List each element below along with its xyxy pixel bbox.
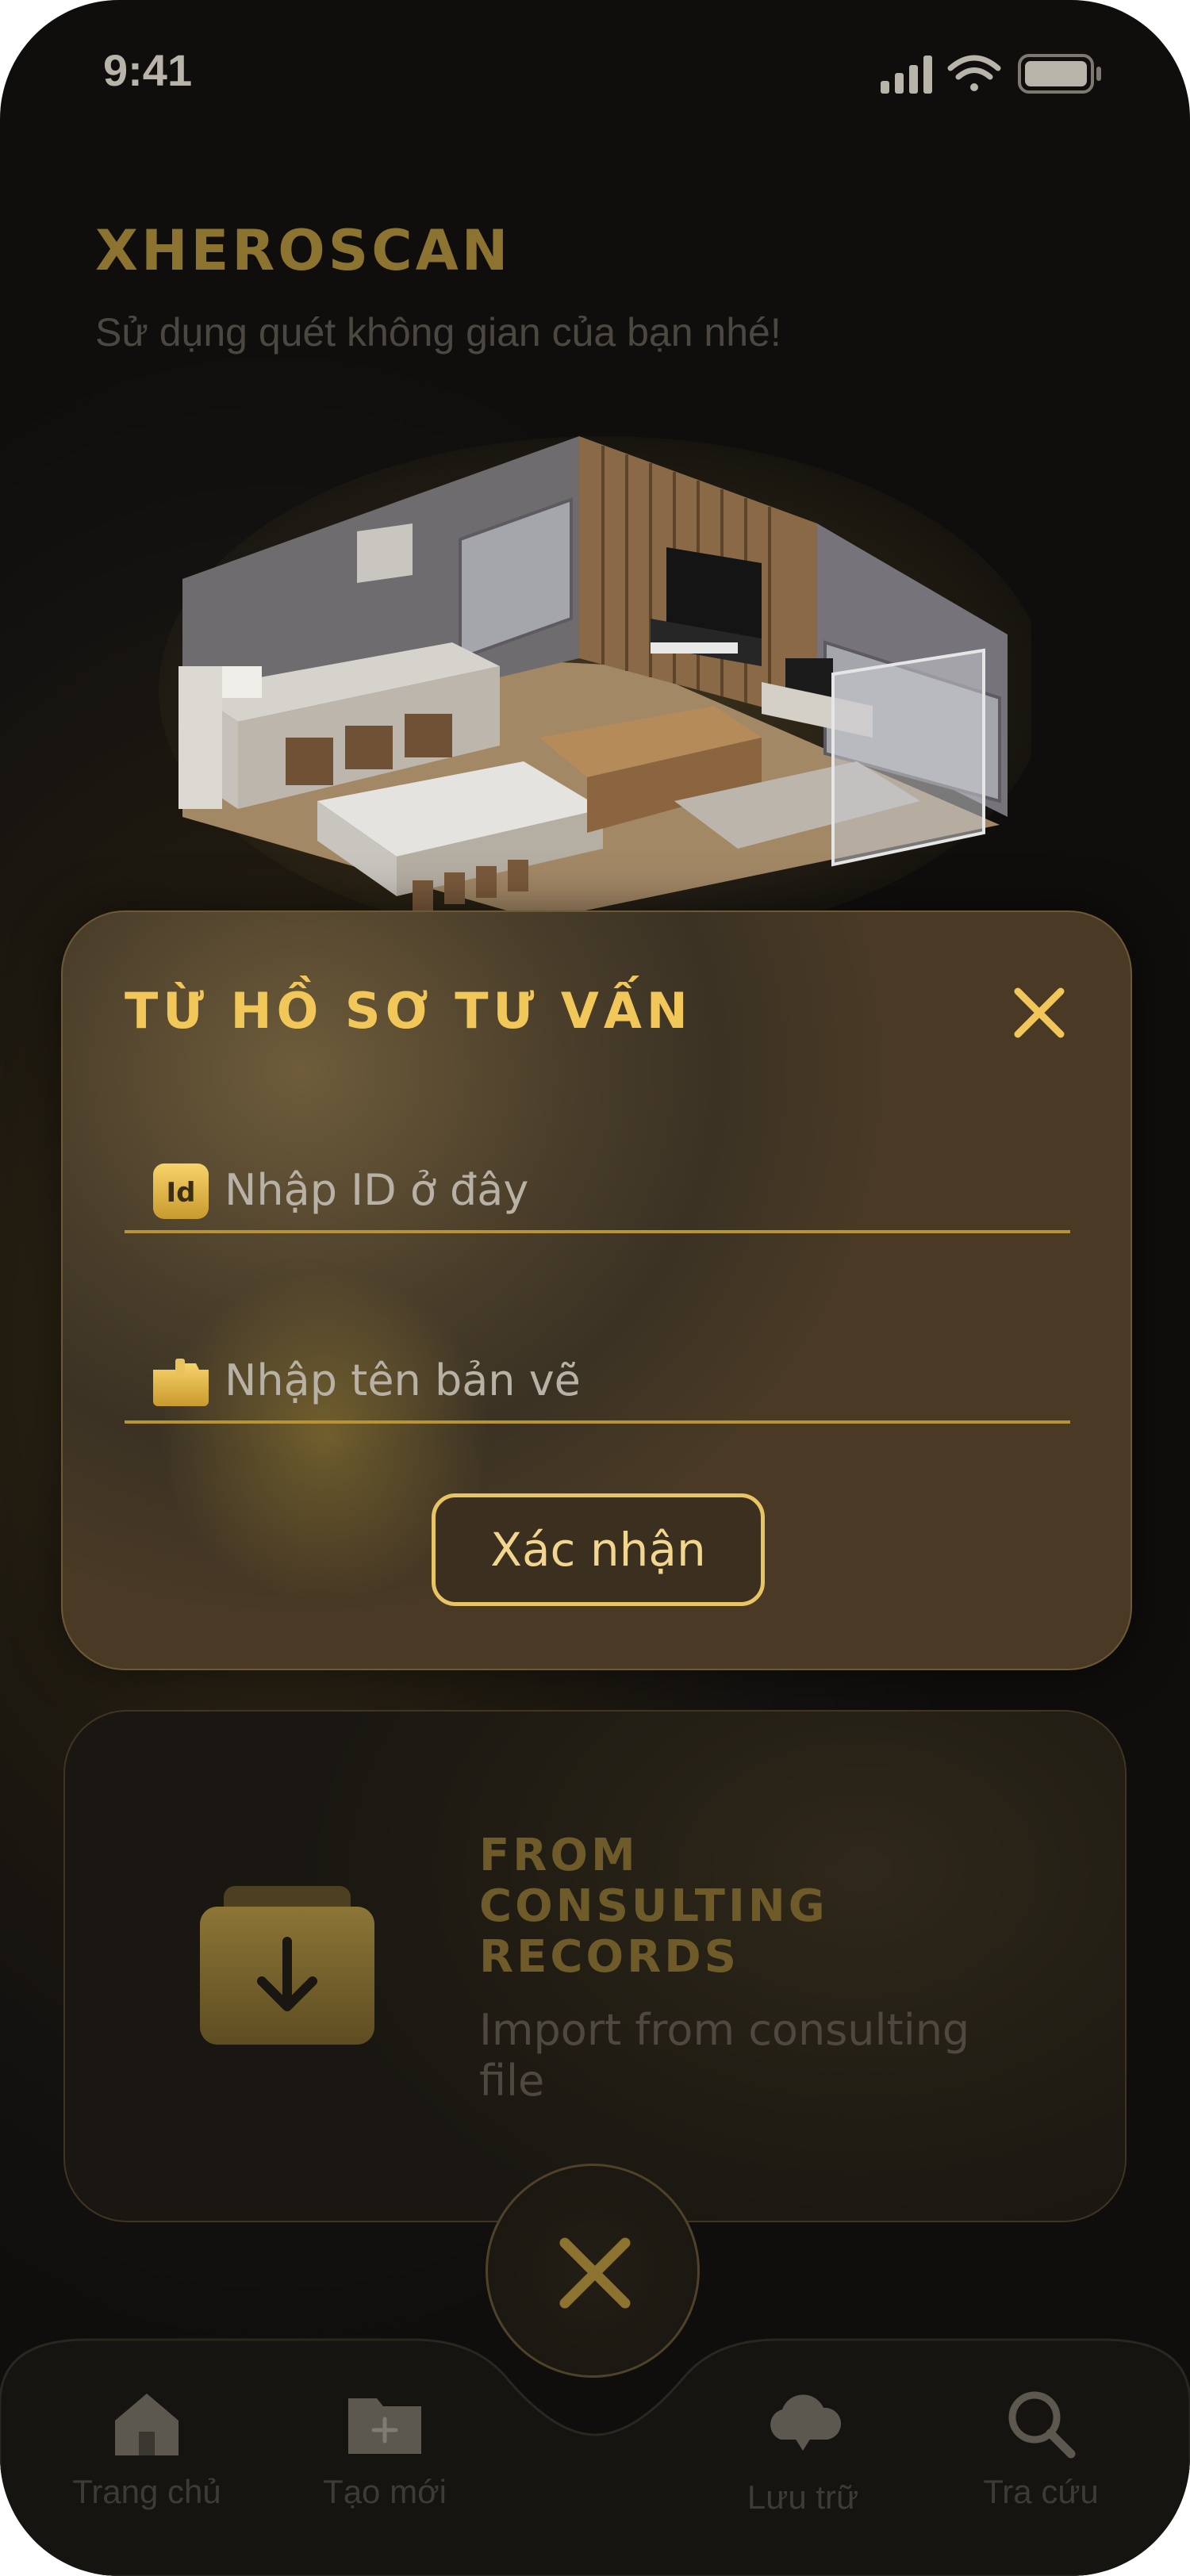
room-illustration (159, 436, 1031, 928)
status-time: 9:41 (103, 45, 193, 95)
battery-icon (1018, 54, 1101, 94)
wifi-icon (947, 55, 1001, 91)
card-title-line: FROM (479, 1830, 639, 1881)
phone-screen: 9:41 XHEROSCAN Sử dụng quét không gian c… (0, 0, 1190, 2576)
tab-label: Trang chủ (72, 2473, 221, 2510)
home-icon (115, 2394, 178, 2455)
tab-label: Lưu trữ (747, 2478, 859, 2516)
card-title-line: CONSULTING (479, 1880, 828, 1932)
tab-label: Tra cứu (983, 2473, 1099, 2510)
card-title: FROM CONSULTING RECORDS (479, 1830, 1035, 1983)
id-field[interactable]: Id (125, 1130, 1070, 1233)
status-icons (881, 54, 1101, 94)
tab-storage[interactable]: Lưu trữ (684, 2371, 922, 2530)
app-title: XHEROSCAN (95, 218, 512, 283)
tab-label: Tạo mới (323, 2473, 447, 2510)
consulting-dialog: TỪ HỒ SƠ TƯ VẤN Id Nhập ID ở đây Nhập tê… (61, 910, 1132, 1670)
id-input[interactable] (225, 1154, 1018, 1225)
tab-lookup[interactable]: Tra cứu (922, 2371, 1160, 2530)
confirm-button[interactable]: Xác nhận (432, 1493, 765, 1606)
dialog-title: TỪ HỒ SƠ TƯ VẤN (125, 982, 693, 1040)
id-icon-text: Id (167, 1177, 196, 1209)
tab-create-new[interactable]: Tạo mới (266, 2371, 504, 2530)
close-icon[interactable] (1012, 985, 1067, 1041)
tab-home[interactable]: Trang chủ (28, 2371, 266, 2530)
consulting-records-card[interactable]: FROM CONSULTING RECORDS Import from cons… (63, 1710, 1127, 2222)
card-title-line: RECORDS (479, 1931, 740, 1983)
cloud-download-icon (770, 2394, 842, 2451)
close-icon (559, 2237, 631, 2309)
folder-download-icon (200, 1886, 374, 2045)
card-description: Import from consulting file (479, 2005, 970, 2106)
id-card-icon: Id (153, 1163, 209, 1219)
new-folder-icon (348, 2398, 421, 2454)
drawing-name-input[interactable] (225, 1344, 1018, 1416)
search-icon (1008, 2391, 1076, 2459)
center-close-button[interactable] (486, 2164, 700, 2378)
signal-icon (881, 56, 932, 94)
drawing-name-field[interactable] (125, 1321, 1070, 1424)
folder-icon (153, 1359, 209, 1406)
app-subtitle: Sử dụng quét không gian của bạn nhé! (95, 310, 781, 355)
